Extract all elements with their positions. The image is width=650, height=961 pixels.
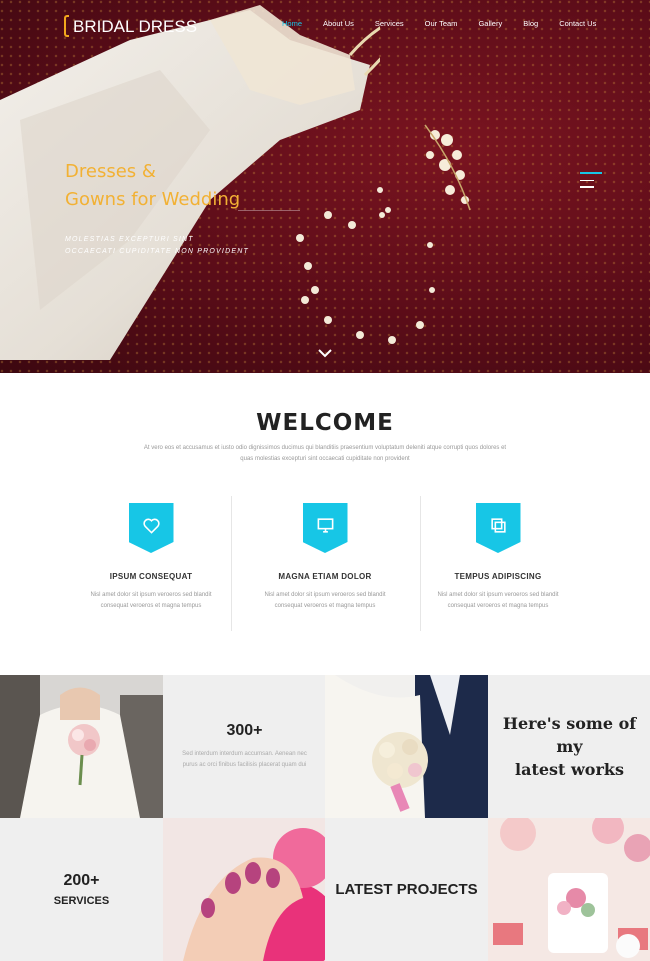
- logo-accent: [64, 15, 69, 37]
- feature-title: IPSUM CONSEQUAT: [109, 572, 193, 581]
- works-heading-line2: latest works: [515, 760, 624, 779]
- copy-icon: [490, 518, 506, 533]
- feature-badge: [475, 503, 521, 553]
- hero-subtitle-line2: OCCAECATI CUPIDITATE NON PROVIDENT: [65, 248, 249, 255]
- hero-title-line2: Gowns for Wedding: [65, 189, 241, 210]
- hero-subtitle: MOLESTIAS EXCEPTURI SINT OCCAECATI CUPID…: [65, 234, 249, 258]
- nav-blog[interactable]: Blog: [523, 19, 538, 28]
- feature-divider: [231, 496, 232, 631]
- latest-works-tile: Here's some of my latest works: [488, 675, 650, 818]
- feature-title: MAGNA ETIAM DOLOR: [278, 572, 372, 581]
- nav-home[interactable]: Home: [282, 19, 302, 28]
- hero-divider: [238, 210, 300, 211]
- site-logo[interactable]: BRIDAL DRESS: [73, 17, 197, 37]
- latest-projects-tile[interactable]: LATEST PROJECTS: [325, 818, 488, 961]
- feature-badge: [302, 503, 348, 553]
- heart-icon: [142, 518, 160, 534]
- services-count: 200+: [63, 872, 100, 889]
- latest-projects-label: LATEST PROJECTS: [335, 881, 478, 898]
- welcome-heading: WELCOME: [256, 410, 394, 436]
- feature-text: Nisl amet dolor sit ipsum veroeros sed b…: [437, 592, 559, 609]
- hero-title: Dresses & Gowns for Wedding: [65, 158, 240, 214]
- monitor-icon: [317, 518, 333, 533]
- welcome-text: At vero eos et accusamus et iusto odio d…: [143, 445, 507, 462]
- hero-subtitle-line1: MOLESTIAS EXCEPTURI SINT: [65, 236, 194, 243]
- services-count-tile: 200+ SERVICES: [0, 818, 163, 961]
- mug-photo[interactable]: [488, 818, 650, 961]
- hair-comb-image: [424, 124, 471, 211]
- feature-text: Nisl amet dolor sit ipsum veroeros sed b…: [264, 592, 386, 609]
- feature-card: MAGNA ETIAM DOLOR Nisl amet dolor sit ip…: [255, 503, 395, 612]
- chevron-down-icon[interactable]: [317, 347, 333, 359]
- feature-title: TEMPUS ADIPISCING: [454, 572, 542, 581]
- feature-text: Nisl amet dolor sit ipsum veroeros sed b…: [90, 592, 212, 609]
- nav-about-us[interactable]: About Us: [323, 19, 354, 28]
- works-count: 300+: [226, 722, 263, 739]
- main-nav: Home About Us Services Our Team Gallery …: [282, 19, 617, 28]
- bride-photo[interactable]: [0, 675, 163, 818]
- hero-title-line1: Dresses &: [65, 161, 156, 182]
- feature-card: TEMPUS ADIPISCING Nisl amet dolor sit ip…: [428, 503, 568, 612]
- nav-services[interactable]: Services: [375, 19, 404, 28]
- manicure-photo[interactable]: [163, 818, 326, 961]
- feature-badge: [128, 503, 174, 553]
- works-count-tile: 300+ Sed interdum interdum accumsan. Aen…: [163, 675, 326, 818]
- services-label: SERVICES: [53, 895, 110, 907]
- nav-contact-us[interactable]: Contact Us: [559, 19, 596, 28]
- works-heading-line1: Here's some of my: [502, 714, 637, 756]
- nav-our-team[interactable]: Our Team: [425, 19, 458, 28]
- works-text: Sed interdum interdum accumsan. Aenean n…: [182, 751, 307, 768]
- hero-banner: BRIDAL DRESS Home About Us Services Our …: [0, 0, 650, 373]
- nav-gallery[interactable]: Gallery: [478, 19, 502, 28]
- menu-icon[interactable]: [580, 172, 602, 198]
- feature-card: IPSUM CONSEQUAT Nisl amet dolor sit ipsu…: [81, 503, 221, 612]
- feature-divider: [420, 496, 421, 631]
- bouquet-photo[interactable]: [325, 675, 488, 818]
